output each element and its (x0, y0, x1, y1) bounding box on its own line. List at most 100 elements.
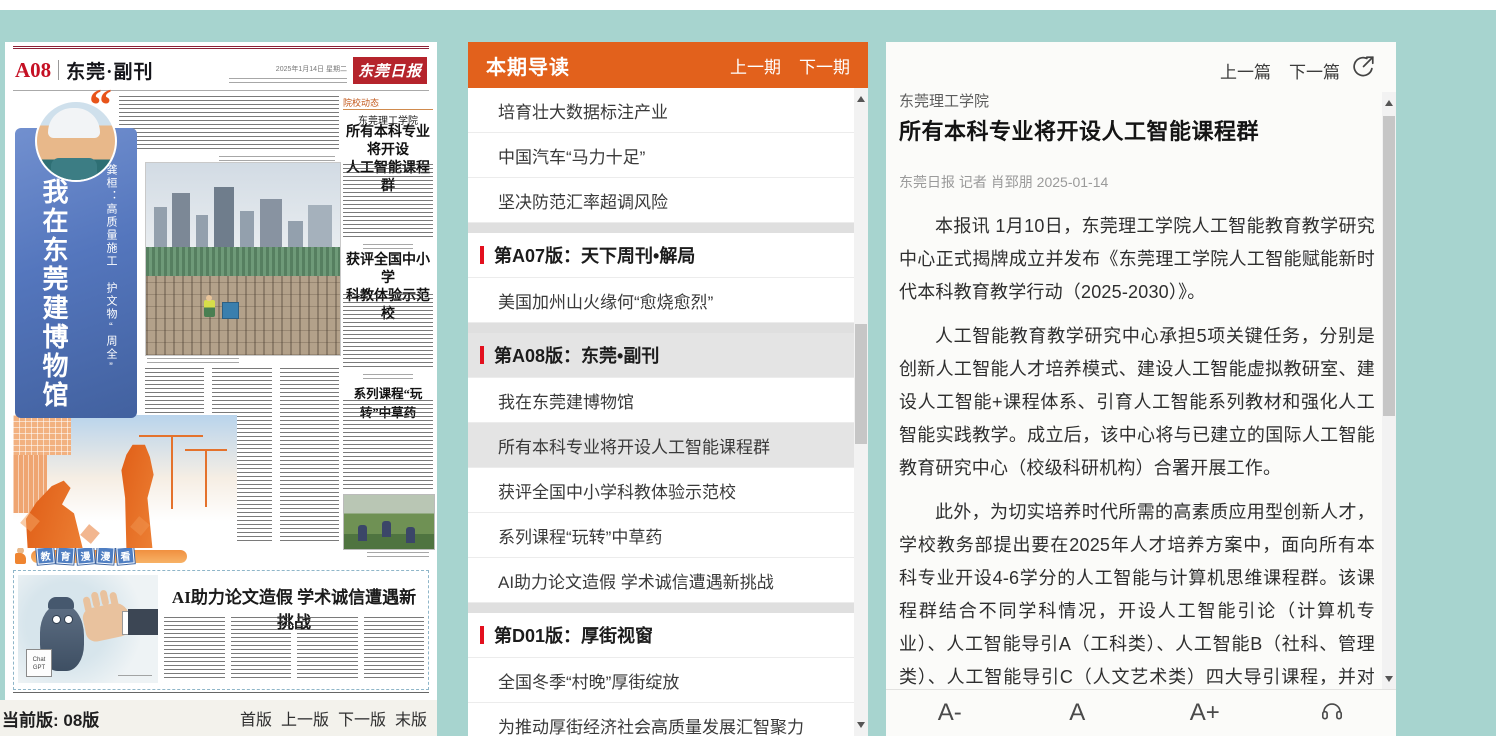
page-nav-links: 首版上一版下一版末版 (240, 706, 427, 730)
scroll-up-icon[interactable] (857, 96, 865, 102)
avatar-shirt (51, 158, 97, 180)
decor-triangle (80, 524, 100, 544)
cartoon-body-columns (164, 617, 424, 681)
cartoon-glasses (64, 615, 73, 624)
article3-body-block (343, 400, 433, 490)
construction-photo (145, 162, 341, 356)
toc-article-item[interactable]: 为推动厚街经济社会高质量发展汇智聚力 (468, 703, 854, 736)
toc-item-label: 为推动厚街经济社会高质量发展汇智聚力 (498, 713, 804, 736)
paper-header-divider (58, 60, 59, 80)
photo-building (154, 207, 167, 251)
article-paragraph: 人工智能教育教学研究中心承担5项关键任务，分别是创新人工智能人才培养模式、建设人… (899, 320, 1375, 485)
toc-article-item[interactable]: AI助力论文造假 学术诚信遭遇新挑战 (468, 558, 854, 603)
article-panel: 上一篇 下一篇 东莞理工学院 所有本科专业将开设人工智能课程群 东莞日报 记者 … (886, 42, 1396, 736)
photo-building (240, 211, 254, 251)
toc-article-item[interactable]: 我在东莞建博物馆 (468, 378, 854, 423)
article2-title-line1: 获评全国中小学 (343, 252, 433, 288)
fake-text-column (364, 617, 425, 681)
font-reset-button[interactable]: A (1014, 699, 1142, 727)
paper-bottom-rule (13, 692, 429, 693)
toc-article-item[interactable]: 培育壮大数据标注产业 (468, 88, 854, 133)
photo-worker (204, 300, 215, 317)
share-icon[interactable] (1350, 54, 1376, 80)
chatgpt-box: Chat GPT (26, 649, 52, 677)
crane-icon (171, 437, 173, 509)
photo-deck (146, 276, 340, 355)
prev-article-link[interactable]: 上一篇 (1220, 58, 1271, 83)
article1-title-line1: 所有本科专业将开设 (343, 124, 433, 160)
photo-building (214, 187, 234, 251)
photo-building (260, 199, 282, 251)
toc-item-label: 全国冬季“村晚”厚街绽放 (498, 668, 679, 693)
cartoon-sleeve (128, 609, 158, 635)
badge-char: 教 (36, 546, 54, 564)
toc-item-label: 系列课程“玩转”中草药 (498, 523, 662, 548)
page-nav-link[interactable]: 首版 (240, 706, 272, 730)
article-body: 本报讯 1月10日，东莞理工学院人工智能教育教学研究中心正式揭牌成立并发布《东莞… (899, 210, 1375, 690)
font-larger-button[interactable]: A+ (1141, 699, 1269, 727)
scroll-down-icon[interactable] (857, 722, 865, 728)
red-bar-icon (480, 246, 484, 264)
toc-article-item[interactable]: 美国加州山火缘何“愈烧愈烈” (468, 278, 854, 323)
toc-header: 本期导读 上一期 下一期 (468, 42, 868, 88)
photo-safety-net (146, 247, 340, 276)
badge-char: 看 (116, 546, 134, 564)
headphones-icon (1319, 697, 1345, 723)
toc-gap (468, 223, 854, 233)
scroll-down-icon[interactable] (1385, 676, 1393, 682)
photo-building (308, 205, 332, 251)
badge-tiles: 教育漫漫看 (37, 547, 134, 564)
toc-section-header[interactable]: 第A07版：天下周刊•解局 (468, 233, 854, 278)
toc-article-item[interactable]: 所有本科专业将开设人工智能课程群 (468, 423, 854, 468)
toc-article-item[interactable]: 中国汽车“马力十足” (468, 133, 854, 178)
photo-student (382, 521, 391, 537)
next-issue-link[interactable]: 下一期 (799, 53, 850, 78)
toc-item-label: 坚决防范汇率超调风险 (498, 188, 668, 213)
toc-article-item[interactable]: 获评全国中小学科教体验示范校 (468, 468, 854, 513)
scrollbar-thumb[interactable] (1383, 116, 1395, 416)
paper-page-label: A08 (15, 58, 51, 83)
scroll-up-icon[interactable] (1385, 100, 1393, 106)
issue-nav: 上一期 下一期 (730, 53, 850, 78)
toc-item-label: 第A08版：东莞•副刊 (494, 342, 659, 368)
badge-figure-icon (15, 553, 26, 564)
toc-panel: 本期导读 上一期 下一期 培育壮大数据标注产业中国汽车“马力十足” 坚决防范汇率超… (468, 42, 868, 736)
badge-char: 漫 (76, 546, 94, 564)
column-tag: 院校动态 (343, 96, 433, 110)
cartoon-glasses (52, 615, 61, 624)
listen-button[interactable] (1269, 697, 1397, 730)
cartoon-illustration: Chat GPT (18, 575, 158, 683)
top-white-strip (0, 0, 1496, 10)
article-title: 所有本科专业将开设人工智能课程群 (899, 114, 1259, 146)
column-credit-line (367, 552, 429, 557)
article-scrollbar[interactable] (1382, 92, 1396, 690)
cartoon-credit-line (118, 675, 152, 679)
toc-article-item[interactable]: 系列课程“玩转”中草药 (468, 513, 854, 558)
photo-building (172, 193, 190, 251)
photo-building (196, 215, 208, 251)
paper-header: A08 东莞·副刊 2025年1月14日 星期二 东莞日报 (15, 52, 427, 88)
toc-item-label: 第A07版：天下周刊•解局 (494, 242, 695, 268)
newspaper-page-preview[interactable]: A08 东莞·副刊 2025年1月14日 星期二 东莞日报 龚桓：高质量施工 护… (5, 42, 437, 700)
article2-kicker-line (363, 244, 413, 249)
prev-issue-link[interactable]: 上一期 (730, 53, 781, 78)
scrollbar-thumb[interactable] (855, 324, 867, 444)
page-nav-link[interactable]: 下一版 (338, 706, 386, 730)
feature-byline-line (219, 156, 335, 161)
toc-section-header[interactable]: 第A08版：东莞•副刊 (468, 333, 854, 378)
page-nav-link[interactable]: 末版 (395, 706, 427, 730)
page-nav-link[interactable]: 上一版 (281, 706, 329, 730)
toc-article-item[interactable]: 坚决防范汇率超调风险 (468, 178, 854, 223)
toc-gap (468, 603, 854, 613)
next-article-link[interactable]: 下一篇 (1289, 58, 1340, 83)
photo-blue-box (222, 302, 239, 319)
toc-section-header[interactable]: 第D01版：厚街视窗 (468, 613, 854, 658)
cartoon-article-box: Chat GPT AI助力论文造假 学术诚信遭遇新挑战 (13, 570, 429, 690)
photo-student (358, 525, 367, 541)
toc-scrollbar[interactable] (854, 88, 868, 736)
page-navigation-bar: 当前版: 08版 首版上一版下一版末版 (0, 700, 437, 736)
cartoon-finger (99, 589, 109, 606)
toc-list: 培育壮大数据标注产业中国汽车“马力十足” 坚决防范汇率超调风险第A07版：天下周刊… (468, 88, 854, 736)
font-smaller-button[interactable]: A- (886, 699, 1014, 727)
toc-article-item[interactable]: 全国冬季“村晚”厚街绽放 (468, 658, 854, 703)
